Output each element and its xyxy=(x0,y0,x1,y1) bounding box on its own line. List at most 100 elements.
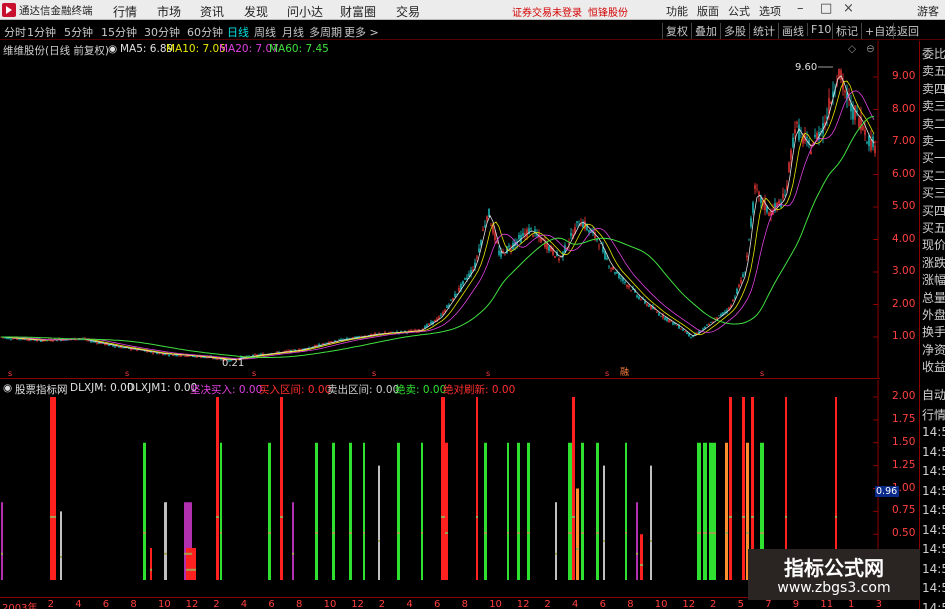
period-monthly[interactable]: 月线 xyxy=(282,24,304,40)
menu-news[interactable]: 资讯 xyxy=(200,3,224,20)
indicator-bar xyxy=(697,442,701,580)
menu-market[interactable]: 市场 xyxy=(157,3,181,20)
indicator-bar-mark xyxy=(378,539,380,542)
menu-ask[interactable]: 问小达 xyxy=(287,3,323,20)
tick-time-label: 14:50 xyxy=(922,464,945,478)
period-15min[interactable]: 15分钟 xyxy=(101,24,137,40)
period-more[interactable]: 更多 > xyxy=(344,24,379,40)
maximize-icon[interactable]: □ xyxy=(820,1,832,16)
menu-discover[interactable]: 发现 xyxy=(244,3,268,20)
statistics-button[interactable]: 统计 xyxy=(749,23,775,39)
indicator-bar-mark xyxy=(363,531,365,534)
overlay-button[interactable]: 叠加 xyxy=(691,23,717,39)
indicator-bar xyxy=(220,442,222,580)
indicator-bar xyxy=(332,442,335,580)
menu-trade[interactable]: 交易 xyxy=(396,3,420,20)
promo-stock[interactable]: 恒锋股份 xyxy=(588,4,628,19)
main-kline-chart[interactable]: 9.60 0.21 s s s s s s s 融 9.00 8.00 7.00 6.00 5.00 4.0… xyxy=(0,41,915,378)
quote-field-label: 涨幅 xyxy=(922,273,945,288)
menu-wealth[interactable]: 财富圈 xyxy=(340,3,376,20)
indicator-bar xyxy=(268,442,271,580)
indicator-settings-icon[interactable]: ◉ xyxy=(3,382,12,394)
ma10-label: MA10: 7.05 xyxy=(166,43,226,55)
layout-button[interactable]: 版面 xyxy=(697,3,719,19)
period-daily[interactable]: 日线 xyxy=(227,24,249,40)
indicator-bar xyxy=(576,488,579,580)
indicator-item-5: 绝卖: 0.00 xyxy=(395,384,447,396)
indicator-bar xyxy=(625,442,627,580)
period-weekly[interactable]: 周线 xyxy=(254,24,276,40)
quote-field-label: 委比 xyxy=(922,47,945,61)
event-marker: s xyxy=(125,369,129,378)
indicator-bar xyxy=(742,397,745,580)
quote-field-label: 卖二 xyxy=(922,116,945,131)
trade-login-status[interactable]: 证券交易未登录 xyxy=(512,4,582,19)
options-button[interactable]: 选项 xyxy=(759,3,781,19)
date-tick-label: 7 xyxy=(765,599,772,609)
period-5min[interactable]: 5分钟 xyxy=(64,24,93,40)
price-tick-label: 9.00 xyxy=(892,70,916,82)
indicator-bar xyxy=(363,442,365,580)
high-price-label: 9.60 xyxy=(795,62,817,73)
date-tick-label: 10 xyxy=(158,599,171,609)
indicator-bar xyxy=(603,465,605,580)
minimize-icon[interactable]: – xyxy=(797,1,804,16)
formula-button[interactable]: 公式 xyxy=(728,3,750,19)
indicator-bar xyxy=(650,465,652,580)
indicator-bar xyxy=(397,442,400,580)
add-watchlist-button[interactable]: +自选 xyxy=(861,23,896,39)
indicator-info: ◉ 股票指标网 DLXJM: 0.00 DLXJM1: 0.00 坚决买入: 0… xyxy=(0,380,880,396)
indicator-bar-mark xyxy=(729,515,732,518)
back-button[interactable]: 返回 xyxy=(893,23,919,39)
indicator-item-3: 买入区间: 0.00 xyxy=(259,384,332,396)
zoom-out-icon[interactable]: ⊖ xyxy=(866,43,875,55)
indicator-bar xyxy=(292,502,294,580)
period-1min[interactable]: 1分钟 xyxy=(27,24,56,40)
indicator-bar xyxy=(143,442,146,580)
period-30min[interactable]: 30分钟 xyxy=(144,24,180,40)
indicator-bar-mark xyxy=(315,531,318,534)
mark-button[interactable]: 标记 xyxy=(832,23,858,39)
quote-side-panel: 委比 卖五 卖四 卖三 卖二 卖一 买一 买二 买三 买四 买五 现价 涨跌 涨幅 总量 外盘 换手 净资 收益 自动… xyxy=(919,41,945,609)
date-tick-label: 3 xyxy=(875,599,882,609)
date-tick-label: 6 xyxy=(599,599,606,609)
period-timeshare[interactable]: 分时 xyxy=(4,24,26,40)
price-tick-label: 2.00 xyxy=(892,297,916,310)
indicator-item-1: DLXJM1: 0.00 xyxy=(127,382,198,394)
date-tick-label: 12 xyxy=(351,599,364,609)
function-button[interactable]: 功能 xyxy=(666,3,688,19)
tick-time-label: 14:50 xyxy=(922,581,945,595)
multi-stock-button[interactable]: 多股 xyxy=(720,23,746,39)
period-multi[interactable]: 多周期 xyxy=(309,24,342,40)
restore-rights-button[interactable]: 复权 xyxy=(662,23,688,39)
period-60min[interactable]: 60分钟 xyxy=(187,24,223,40)
draw-line-button[interactable]: 画线 xyxy=(778,23,804,39)
ma-settings-icon[interactable]: ◉ xyxy=(108,43,117,55)
tick-time-label: 14:50 xyxy=(922,542,945,556)
menu-quotes[interactable]: 行情 xyxy=(113,3,137,20)
date-tick-label: 8 xyxy=(461,599,468,609)
indicator-bar-mark xyxy=(1,552,3,555)
indicator-tick-label: 1.25 xyxy=(892,458,916,471)
indicator-bar-mark xyxy=(603,539,605,542)
quote-field-label: 外盘 xyxy=(922,308,945,322)
indicator-bar-mark xyxy=(164,552,167,555)
price-tick-label: 4.00 xyxy=(892,232,916,245)
quote-field-label: 买一 xyxy=(922,151,945,166)
close-icon[interactable]: × xyxy=(843,1,854,16)
indicator-bar-mark xyxy=(760,531,764,534)
indicator-bar-mark xyxy=(484,531,487,534)
indicator-item-0: DLXJM: 0.00 xyxy=(70,382,134,394)
indicator-bar-mark xyxy=(441,515,445,518)
guest-login[interactable]: 游客 xyxy=(917,3,939,19)
date-tick-label: 4 xyxy=(572,599,579,609)
chart-divider xyxy=(0,378,880,379)
indicator-bar xyxy=(1,502,3,580)
date-tick-label: 6 xyxy=(102,599,110,609)
indicator-bar-mark xyxy=(625,531,627,534)
diamond-icon[interactable]: ◇ xyxy=(848,43,856,55)
indicator-bar xyxy=(421,442,423,580)
indicator-bar xyxy=(378,465,380,580)
indicator-bar-mark xyxy=(186,568,196,571)
f10-button[interactable]: F10 xyxy=(807,23,831,36)
